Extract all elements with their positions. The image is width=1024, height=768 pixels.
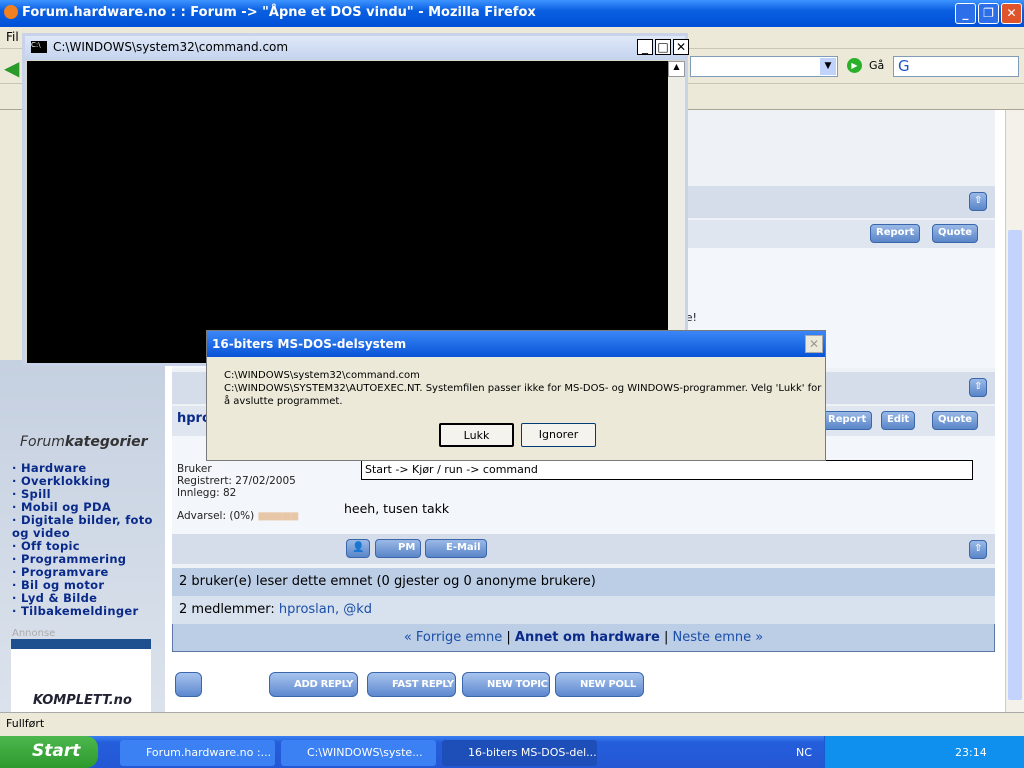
firefox-title-bar: Forum.hardware.no : : Forum -> "Åpne et …	[0, 0, 1024, 27]
separator: |	[663, 630, 669, 645]
start-button[interactable]: Start	[0, 736, 98, 768]
go-icon[interactable]: ▶	[847, 58, 862, 73]
menu-file[interactable]: Fil	[6, 30, 19, 44]
firefox-icon	[4, 5, 18, 19]
topic-nav: « Forrige emne | Annet om hardware | Nes…	[172, 624, 995, 652]
categories-heading: Forumkategorier	[20, 434, 148, 450]
url-input[interactable]: ▼	[690, 56, 838, 77]
member-link[interactable]: @kd	[343, 602, 372, 617]
google-icon[interactable]: G	[894, 57, 910, 75]
taskbar: Start Forum.hardware.no :... C:\WINDOWS\…	[0, 736, 1024, 768]
scroll-up-icon[interactable]: ▲	[668, 61, 685, 77]
close-button[interactable]: ✕	[673, 39, 689, 55]
print-button[interactable]	[175, 672, 202, 697]
add-reply-button[interactable]: ADD REPLY	[269, 672, 358, 697]
category-link[interactable]: · Digitale bilder, foto og video	[12, 514, 162, 540]
maximize-button[interactable]: ❐	[978, 3, 999, 24]
back-to-top-icon[interactable]: ⇧	[969, 540, 988, 559]
back-arrow-icon[interactable]: ◀	[4, 56, 19, 80]
profile-icon[interactable]: 👤	[346, 539, 371, 558]
new-poll-button[interactable]: NEW POLL	[555, 672, 644, 697]
report-button[interactable]: Report	[822, 411, 873, 430]
language-indicator[interactable]: NC	[796, 746, 812, 759]
clock[interactable]: 23:14	[955, 746, 987, 759]
fast-reply-button[interactable]: FAST REPLY	[367, 672, 456, 697]
new-topic-button[interactable]: NEW TOPIC	[462, 672, 550, 697]
separator: |	[506, 630, 511, 645]
back-to-top-icon[interactable]: ⇧	[969, 192, 988, 211]
go-button[interactable]: Gå	[869, 59, 884, 72]
maximize-button[interactable]: □	[655, 39, 671, 55]
close-program-button[interactable]: Lukk	[439, 423, 514, 447]
error-dialog: 16-biters MS-DOS-delsystem ✕ C:\WINDOWS\…	[206, 330, 826, 461]
back-to-top-icon[interactable]: ⇧	[969, 378, 988, 397]
sidebar-toolbar	[0, 110, 24, 350]
category-link[interactable]: · Tilbakemeldinger	[12, 605, 162, 618]
status-bar: Fullført	[0, 712, 1024, 736]
author-info: Bruker Registrert: 27/02/2005 Innlegg: 8…	[177, 463, 300, 522]
author-warning: Advarsel: (0%)	[177, 510, 255, 522]
dialog-close-button[interactable]: ✕	[805, 335, 823, 353]
author-role: Bruker	[177, 463, 212, 475]
message-line: C:\WINDOWS\system32\command.com	[224, 370, 420, 381]
dialog-title: 16-biters MS-DOS-delsystem	[207, 331, 825, 357]
system-tray: 23:14	[824, 736, 1024, 768]
taskbar-item-dialog[interactable]: 16-biters MS-DOS-del...	[442, 740, 597, 766]
report-button[interactable]: Report	[870, 224, 921, 243]
ad-banner[interactable]: KOMPLETT.no	[11, 639, 151, 714]
members-label: 2 medlemmer:	[179, 602, 275, 617]
chevron-down-icon[interactable]: ▼	[820, 58, 836, 75]
pm-button[interactable]: PM	[375, 539, 422, 558]
command-window-title: C:\WINDOWS\system32\command.com	[53, 40, 289, 54]
next-topic-link[interactable]: Neste emne »	[672, 630, 763, 645]
post-footer-row: 👤 PM E-Mail ⇧	[172, 534, 995, 564]
page-scrollbar[interactable]	[1005, 110, 1024, 712]
message-line: C:\WINDOWS\SYSTEM32\AUTOEXEC.NT. Systemf…	[224, 383, 822, 407]
edit-button[interactable]: Edit	[881, 411, 916, 430]
console-icon: C:\	[31, 41, 47, 53]
close-button[interactable]: ✕	[1001, 3, 1022, 24]
prev-topic-link[interactable]: « Forrige emne	[404, 630, 502, 645]
command-window[interactable]: C:\ C:\WINDOWS\system32\command.com _ □ …	[22, 33, 689, 366]
member-link[interactable]: hproslan,	[279, 602, 339, 617]
ad-logo: KOMPLETT.no	[33, 693, 132, 708]
command-title-bar[interactable]: C:\ C:\WINDOWS\system32\command.com _ □ …	[25, 36, 689, 60]
category-list: · Hardware · Overklokking · Spill · Mobi…	[12, 462, 162, 618]
author-posts: Innlegg: 82	[177, 487, 237, 499]
forum-sidebar: Forumkategorier · Hardware · Overklokkin…	[0, 360, 165, 714]
ad-label: Annonse	[12, 628, 56, 639]
minimize-button[interactable]: _	[637, 39, 653, 55]
dialog-message: C:\WINDOWS\system32\command.com C:\WINDO…	[224, 369, 824, 408]
quote-button[interactable]: Quote	[932, 224, 979, 243]
taskbar-item-command[interactable]: C:\WINDOWS\syste...	[281, 740, 436, 766]
readers-info: 2 bruker(e) leser dette emnet (0 gjester…	[172, 568, 995, 596]
ignore-button[interactable]: Ignorer	[521, 423, 596, 447]
forum-link[interactable]: Annet om hardware	[515, 630, 660, 645]
quote-button[interactable]: Quote	[932, 411, 979, 430]
author-registered: Registrert: 27/02/2005	[177, 475, 296, 487]
post-text: heeh, tusen takk	[344, 501, 450, 516]
scrollbar-thumb[interactable]	[1008, 230, 1022, 700]
warning-level-icon: ■■■■■	[257, 510, 300, 522]
console-scrollbar[interactable]: ▲	[668, 61, 685, 363]
quote-box: Start -> Kjør / run -> command	[361, 460, 973, 480]
email-button[interactable]: E-Mail	[425, 539, 487, 558]
minimize-button[interactable]: _	[955, 3, 976, 24]
console-output[interactable]	[27, 61, 668, 363]
taskbar-item-firefox[interactable]: Forum.hardware.no :...	[120, 740, 275, 766]
members-info: 2 medlemmer: hproslan, @kd	[172, 596, 995, 624]
search-input[interactable]: G	[893, 56, 1019, 77]
window-title: Forum.hardware.no : : Forum -> "Åpne et …	[22, 5, 536, 20]
